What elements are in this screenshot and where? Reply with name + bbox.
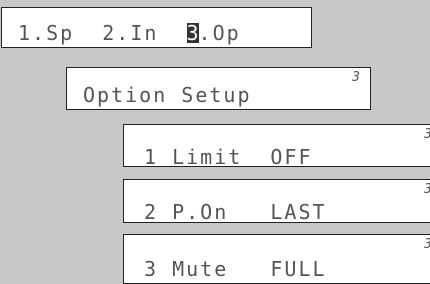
row-label-mute: 3 Mute FULL	[144, 257, 327, 281]
main-menu-panel: 1.Sp 2.In 3.Op	[1, 7, 312, 48]
row-index: 3	[424, 238, 430, 251]
option-setup-title: Option Setup	[83, 83, 252, 107]
option-row-limit[interactable]: 3 1 Limit OFF	[123, 124, 430, 167]
menu-item-op[interactable]: 3.Op	[186, 21, 241, 45]
row-label-power-on: 2 P.On LAST	[144, 200, 327, 224]
option-setup-index: 3	[352, 70, 360, 85]
menu-item-in[interactable]: 2.In	[102, 21, 158, 45]
row-label-limit: 1 Limit OFF	[144, 145, 313, 169]
selection-cursor: 3	[186, 21, 201, 45]
main-menu-line: 1.Sp 2.In 3.Op	[18, 23, 241, 43]
row-index: 3	[424, 128, 430, 141]
option-row-power-on[interactable]: 3 2 P.On LAST	[123, 179, 430, 223]
row-index: 3	[424, 183, 430, 196]
menu-item-sp[interactable]: 1.Sp	[18, 21, 74, 45]
menu-item-op-label: .Op	[198, 21, 241, 45]
option-setup-panel[interactable]: 3 Option Setup	[66, 67, 371, 110]
